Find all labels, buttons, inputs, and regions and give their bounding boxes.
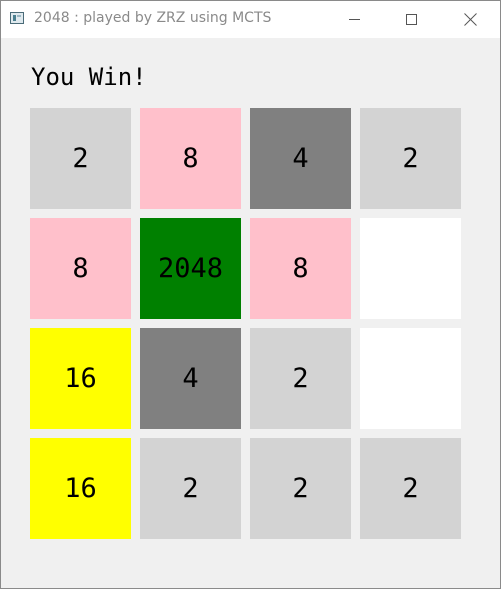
tile-2: 2 <box>140 438 241 539</box>
tile-2: 2 <box>360 438 461 539</box>
tile-4: 4 <box>140 328 241 429</box>
game-board: 2 8 4 2 8 2048 8 16 4 2 16 2 2 2 <box>30 108 462 540</box>
tile-8: 8 <box>140 108 241 209</box>
tile-2: 2 <box>250 328 351 429</box>
tile-2: 2 <box>30 108 131 209</box>
tile-8: 8 <box>250 218 351 319</box>
window-title: 2048 : played by ZRZ using MCTS <box>34 10 272 26</box>
close-button[interactable] <box>448 1 494 38</box>
tile-16: 16 <box>30 438 131 539</box>
title-bar[interactable]: 2048 : played by ZRZ using MCTS <box>1 1 500 38</box>
empty-tile <box>360 218 461 319</box>
app-icon[interactable] <box>10 12 24 24</box>
game-status: You Win! <box>31 63 147 91</box>
game-window: 2048 : played by ZRZ using MCTS You Win!… <box>0 0 501 589</box>
minimize-button[interactable] <box>331 1 377 38</box>
close-icon <box>464 13 477 26</box>
tile-8: 8 <box>30 218 131 319</box>
maximize-button[interactable] <box>388 1 434 38</box>
tile-2: 2 <box>250 438 351 539</box>
empty-tile <box>360 328 461 429</box>
tile-2: 2 <box>360 108 461 209</box>
tile-4: 4 <box>250 108 351 209</box>
tile-2048: 2048 <box>140 218 241 319</box>
tile-16: 16 <box>30 328 131 429</box>
